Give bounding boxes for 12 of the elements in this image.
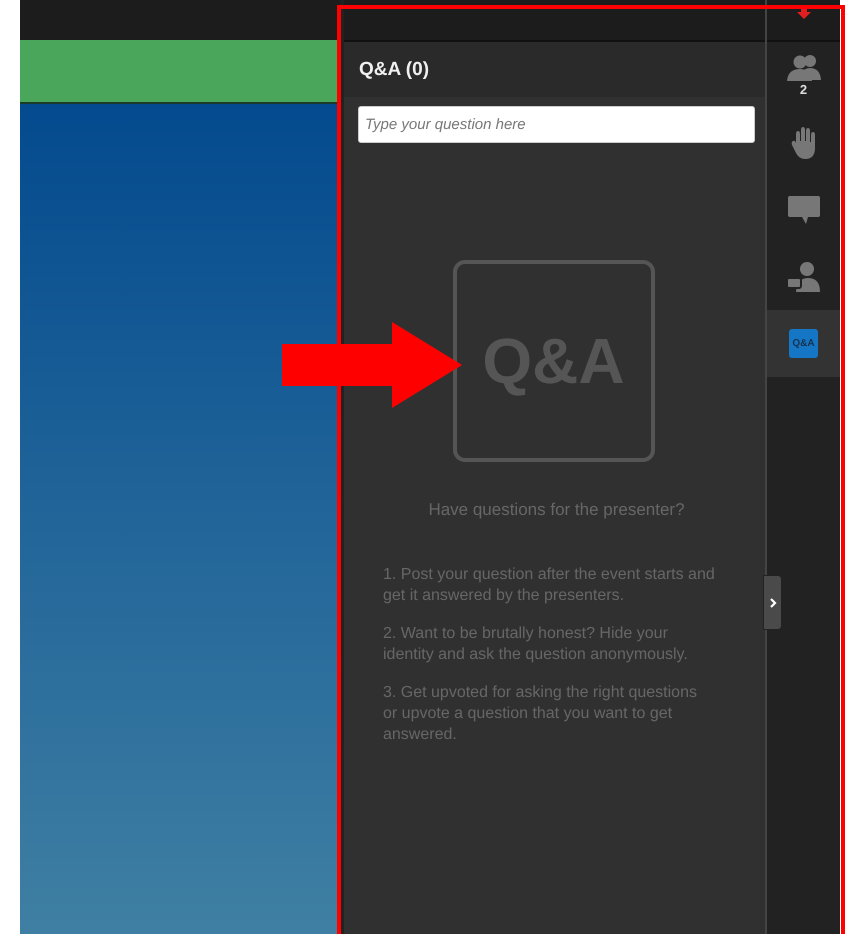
- chat-bubble-icon: [786, 194, 820, 224]
- presenter-icon: [786, 260, 820, 292]
- download-icon[interactable]: [796, 6, 812, 20]
- question-field[interactable]: Type your question here: [358, 106, 755, 143]
- qa-tab-icon: Q&A: [789, 329, 818, 358]
- collapse-button[interactable]: [763, 575, 782, 630]
- chevron-right-icon: [768, 596, 776, 608]
- hand-icon: [790, 126, 816, 160]
- people-icon: [786, 54, 820, 82]
- panel-title: Q&A (0): [359, 58, 430, 80]
- rail-tab[interactable]: 2: [767, 42, 840, 109]
- participant-count: 2: [800, 82, 808, 97]
